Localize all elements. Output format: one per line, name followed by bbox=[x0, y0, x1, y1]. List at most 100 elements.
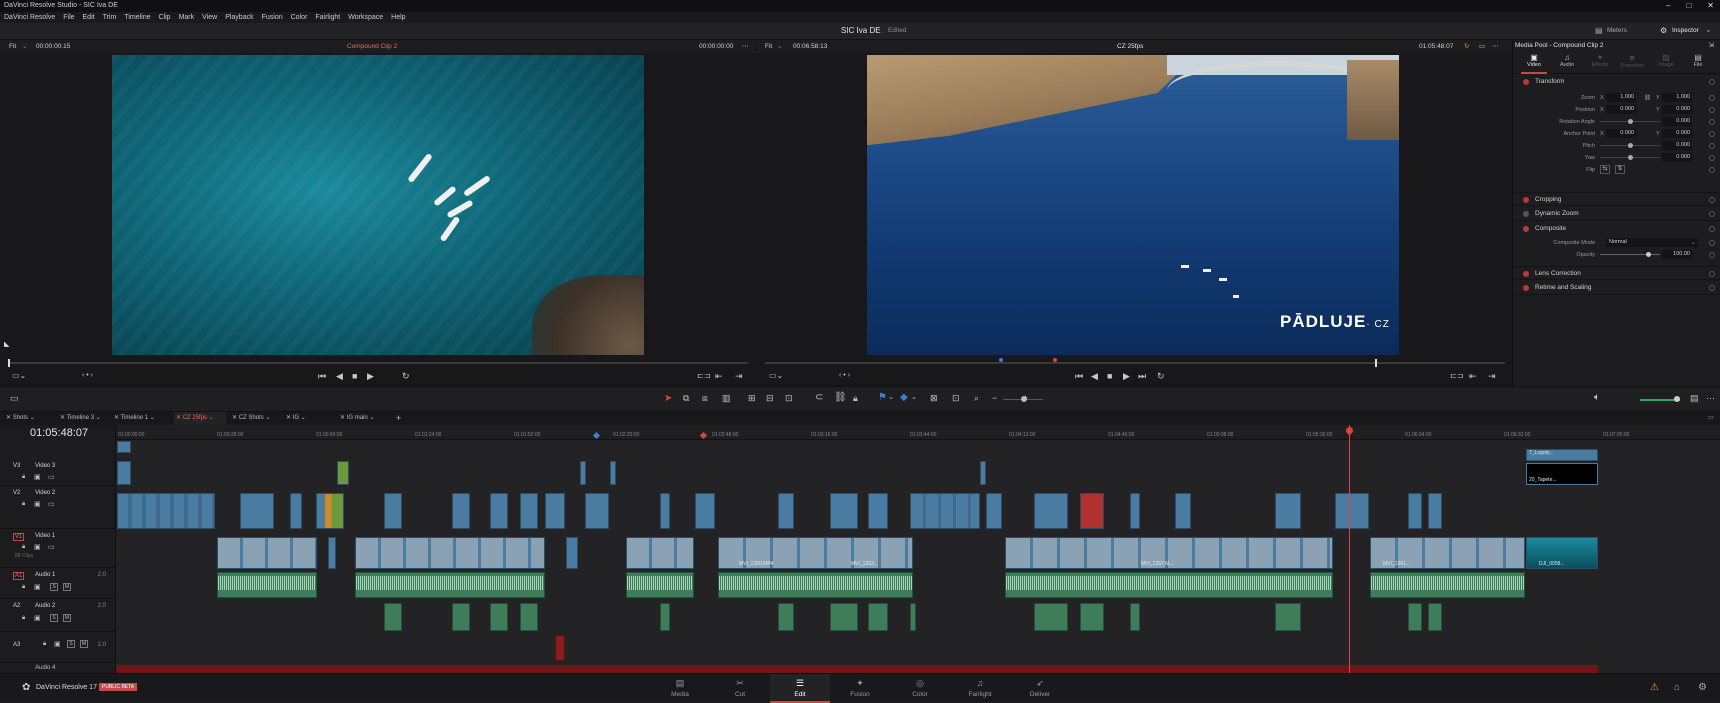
tab-cz-shots[interactable]: ✕ CZ Shots ⌄ bbox=[230, 412, 282, 425]
zoom-in-icon[interactable]: + bbox=[1023, 393, 1028, 403]
position-y-field[interactable]: 0.000 bbox=[1662, 105, 1692, 114]
audio-clip[interactable] bbox=[868, 603, 888, 631]
page-cut[interactable]: ✂ Cut bbox=[710, 674, 770, 703]
more-options-icon[interactable]: ⋯ bbox=[1492, 40, 1499, 53]
reset-icon[interactable] bbox=[1709, 211, 1715, 217]
reverse-icon[interactable]: ◀ bbox=[336, 366, 343, 386]
clip[interactable] bbox=[1080, 493, 1104, 529]
audio-clip[interactable] bbox=[520, 603, 538, 631]
clip[interactable] bbox=[778, 493, 794, 529]
section-retime-scaling[interactable]: Retime and Scaling bbox=[1513, 281, 1720, 295]
clip[interactable] bbox=[585, 493, 609, 529]
clip[interactable] bbox=[980, 461, 986, 485]
clip[interactable] bbox=[217, 537, 317, 569]
chevron-down-icon[interactable]: ⌄ bbox=[777, 40, 782, 53]
opacity-slider[interactable] bbox=[1600, 254, 1660, 255]
first-frame-icon[interactable]: ⏮ bbox=[318, 366, 326, 386]
page-deliver[interactable]: ➶ Deliver bbox=[1010, 674, 1070, 703]
menu-fusion[interactable]: Fusion bbox=[262, 12, 283, 23]
timeline-playhead[interactable] bbox=[1349, 425, 1350, 673]
play-icon[interactable]: ▶ bbox=[367, 366, 374, 386]
link-icon[interactable]: ⛓ bbox=[1644, 92, 1651, 104]
track-header-a2[interactable]: A2 Audio 2 2.0 🔒︎ ▣ S M bbox=[0, 600, 116, 632]
enable-toggle[interactable] bbox=[1523, 285, 1529, 291]
lock-icon[interactable]: 🔒︎ bbox=[22, 615, 25, 622]
clip[interactable] bbox=[328, 537, 336, 569]
expand-icon[interactable]: ▭ bbox=[1706, 412, 1718, 425]
clip[interactable] bbox=[1175, 493, 1191, 529]
timeline-marker-blue[interactable] bbox=[592, 431, 601, 440]
reset-icon[interactable] bbox=[1709, 240, 1715, 246]
rotation-field[interactable]: 0.000 bbox=[1662, 117, 1692, 126]
reset-icon[interactable] bbox=[1709, 119, 1715, 125]
anchor-y-field[interactable]: 0.000 bbox=[1662, 129, 1692, 138]
reset-icon[interactable] bbox=[1709, 252, 1715, 258]
lock-icon[interactable]: 🔒︎ bbox=[22, 544, 25, 551]
meters-icon[interactable]: ▤ bbox=[1595, 26, 1603, 35]
timeline-ruler[interactable]: 01:00:00:00 01:00:28:00 01:00:56:00 01:0… bbox=[116, 425, 1720, 440]
audio-clip[interactable] bbox=[718, 572, 913, 598]
tab-ig[interactable]: ✕ IG ⌄ bbox=[284, 412, 336, 425]
tab-video[interactable]: ▣ Video bbox=[1521, 53, 1547, 68]
clip[interactable] bbox=[910, 493, 980, 529]
solo-button[interactable]: S bbox=[50, 583, 58, 591]
lock-icon[interactable]: 🔒︎ bbox=[22, 584, 25, 591]
track-visibility-icon[interactable]: ▭ bbox=[48, 500, 55, 508]
settings-gear-icon[interactable]: ⚙ bbox=[1698, 682, 1707, 693]
clip[interactable] bbox=[1034, 493, 1068, 529]
clip[interactable] bbox=[986, 493, 1002, 529]
insert-clip-icon[interactable]: ⊞ bbox=[748, 393, 756, 404]
menu-playback[interactable]: Playback bbox=[225, 12, 253, 23]
track-header-v3[interactable]: V3 Video 3 🔒︎ ▣ ▭ bbox=[0, 460, 116, 486]
clip[interactable]: MVI_1250.MP4 MVI_1253... bbox=[718, 537, 913, 569]
reset-icon[interactable] bbox=[1709, 167, 1715, 173]
reset-icon[interactable] bbox=[1709, 143, 1715, 149]
blue-marker[interactable] bbox=[999, 358, 1003, 362]
auto-select-icon[interactable]: ▣ bbox=[34, 473, 41, 481]
slider-knob[interactable] bbox=[1628, 143, 1633, 148]
clip[interactable] bbox=[1275, 493, 1301, 529]
clip[interactable] bbox=[660, 493, 670, 529]
menu-workspace[interactable]: Workspace bbox=[348, 12, 383, 23]
more-options-icon[interactable]: ⋯ bbox=[742, 40, 749, 53]
marker-icon[interactable]: ◆ bbox=[900, 392, 908, 403]
clip[interactable]: 20_Tapete... bbox=[1526, 463, 1598, 485]
warning-icon[interactable]: ⚠ bbox=[1650, 682, 1659, 693]
tab-file[interactable]: ▤ File bbox=[1685, 53, 1711, 68]
audio-clip[interactable] bbox=[355, 572, 545, 598]
slider-knob[interactable] bbox=[1674, 396, 1680, 402]
source-viewer-image[interactable] bbox=[112, 55, 644, 355]
section-lens-correction[interactable]: Lens Correction bbox=[1513, 266, 1720, 280]
source-clip-name[interactable]: Compound Clip 2 bbox=[347, 40, 397, 53]
clip[interactable] bbox=[240, 493, 274, 529]
audio-clip[interactable] bbox=[1408, 603, 1422, 631]
audio-clip[interactable] bbox=[1034, 603, 1068, 631]
maximize-button[interactable]: □ bbox=[1686, 0, 1691, 12]
track-visibility-icon[interactable]: ▭ bbox=[48, 543, 55, 551]
chevron-down-icon[interactable]: ⌄ bbox=[1691, 237, 1696, 249]
replace-clip-icon[interactable]: ⊡ bbox=[785, 393, 793, 404]
lock-icon[interactable]: 🔒︎ bbox=[22, 501, 25, 508]
menu-view[interactable]: View bbox=[202, 12, 217, 23]
audio-clip[interactable] bbox=[1275, 603, 1301, 631]
clip[interactable] bbox=[452, 493, 470, 529]
source-zoom[interactable]: Fit bbox=[9, 40, 16, 53]
yaw-field[interactable]: 0.000 bbox=[1662, 153, 1692, 162]
reset-icon[interactable] bbox=[1709, 155, 1715, 161]
mark-in-icon[interactable]: ⊏⊐ bbox=[1450, 366, 1463, 386]
inspector-icon[interactable]: ⚙ bbox=[1660, 26, 1667, 35]
next-edit-icon[interactable]: ⇥ bbox=[1488, 366, 1496, 386]
page-media[interactable]: ▤ Media bbox=[650, 674, 710, 703]
red-marker[interactable] bbox=[1053, 358, 1057, 362]
source-scrub-bar[interactable] bbox=[8, 359, 748, 367]
custom-zoom-icon[interactable]: ⌕ bbox=[974, 393, 979, 404]
enable-toggle[interactable] bbox=[1523, 226, 1529, 232]
reset-icon[interactable] bbox=[1709, 79, 1715, 85]
solo-button[interactable]: S bbox=[50, 614, 58, 622]
auto-select-icon[interactable]: ▣ bbox=[34, 543, 41, 551]
timeline[interactable]: 01:00:00:00 01:00:28:00 01:00:56:00 01:0… bbox=[0, 425, 1720, 673]
reset-icon[interactable] bbox=[1709, 271, 1715, 277]
auto-select-icon[interactable]: ▣ bbox=[34, 614, 41, 622]
menu-fairlight[interactable]: Fairlight bbox=[315, 12, 340, 23]
audio-clip[interactable] bbox=[555, 635, 565, 661]
